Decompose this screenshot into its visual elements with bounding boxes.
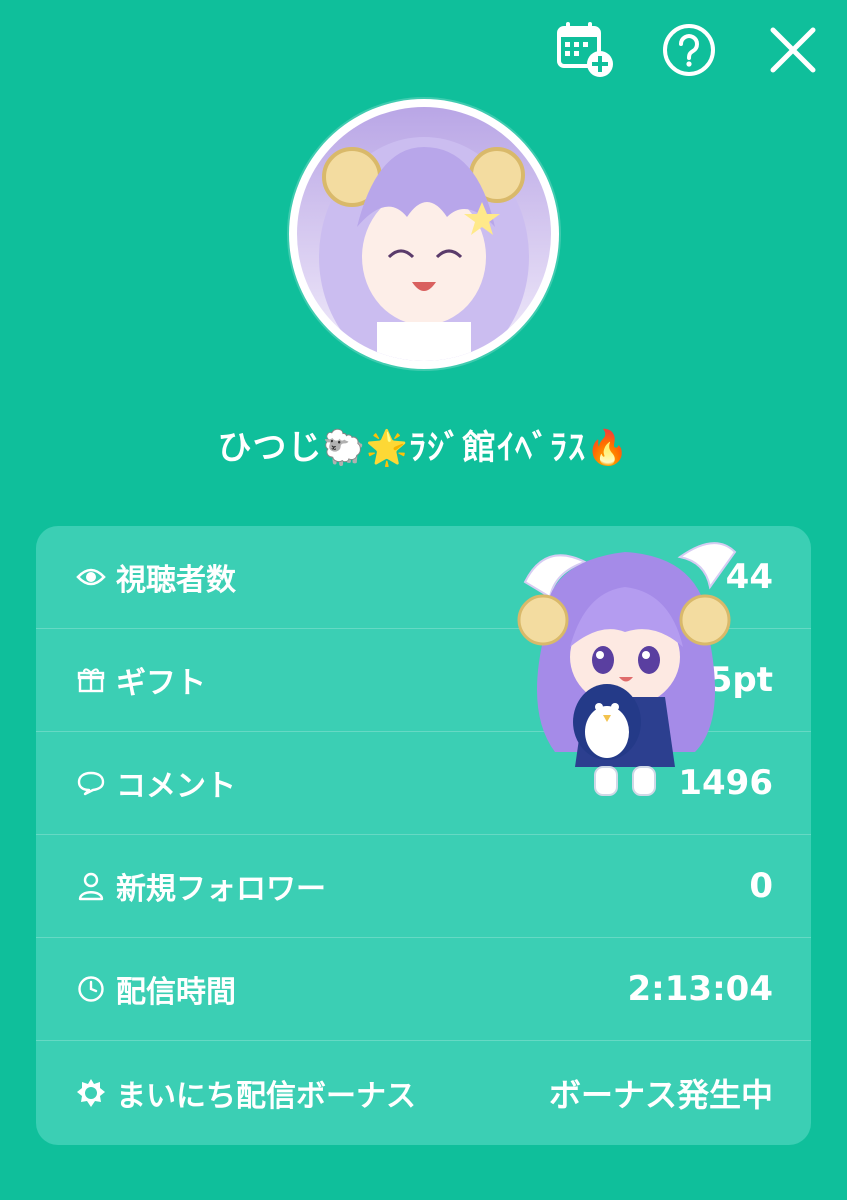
stat-value: 5pt xyxy=(708,660,773,700)
stat-row-comments: コメント 1496 xyxy=(36,732,811,835)
stat-row-daily-bonus: まいにち配信ボーナス ボーナス発生中 xyxy=(36,1041,811,1144)
stat-value: 44 xyxy=(725,557,773,597)
stat-label: ギフト xyxy=(116,666,206,701)
person-icon xyxy=(76,871,106,901)
stat-row-duration: 配信時間 2:13:04 xyxy=(36,938,811,1041)
stat-label: コメント xyxy=(116,769,236,804)
top-toolbar xyxy=(553,18,825,82)
stat-row-gift: ギフト 5pt xyxy=(36,629,811,732)
gift-icon xyxy=(76,665,106,695)
comment-icon xyxy=(76,768,106,798)
avatar-image xyxy=(297,107,551,361)
stat-label: 配信時間 xyxy=(116,975,236,1010)
avatar[interactable] xyxy=(289,99,559,369)
stream-title: ひつじ🐑🌟ﾗｼﾞ館ｲﾍﾞﾗｽ🔥 xyxy=(217,428,630,468)
help-icon[interactable] xyxy=(657,18,721,82)
eye-icon xyxy=(76,562,106,592)
stat-value: ボーナス発生中 xyxy=(548,1075,773,1114)
stats-panel: 視聴者数 44 ギフト 5pt コメント 1496 新規フォロワー 0 配信時間… xyxy=(36,526,811,1145)
clock-icon xyxy=(76,974,106,1004)
stat-row-followers: 新規フォロワー 0 xyxy=(36,835,811,938)
stat-label: まいにち配信ボーナス xyxy=(116,1078,416,1114)
stat-label: 新規フォロワー xyxy=(116,872,326,907)
close-icon[interactable] xyxy=(761,18,825,82)
stat-value: 2:13:04 xyxy=(627,969,773,1009)
stat-value: 1496 xyxy=(678,763,773,803)
stat-value: 0 xyxy=(749,866,773,906)
stat-label: 視聴者数 xyxy=(116,563,236,598)
calendar-add-icon[interactable] xyxy=(553,18,617,82)
stat-row-viewers: 視聴者数 44 xyxy=(36,526,811,629)
sun-icon xyxy=(76,1078,106,1108)
